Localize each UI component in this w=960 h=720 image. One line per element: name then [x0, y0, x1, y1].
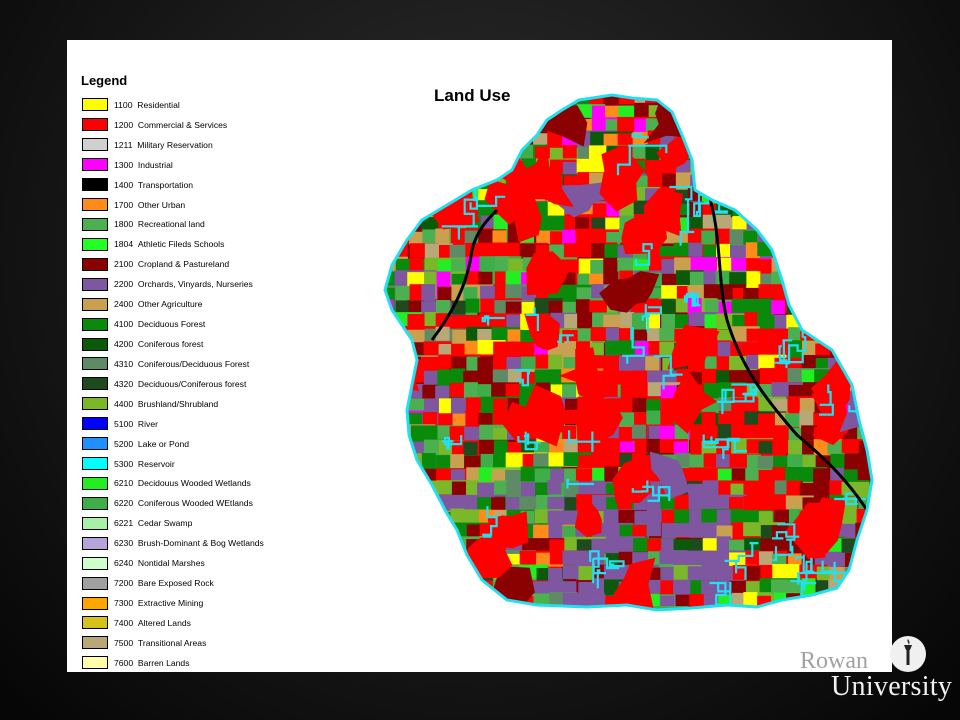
land-use-map	[383, 93, 874, 612]
logo-university-text: University	[831, 671, 953, 702]
map-title: Land Use	[434, 86, 511, 105]
torch-seal-icon	[890, 636, 926, 672]
university-logo: Rowan University	[790, 632, 955, 712]
map-panel: Legend 1100 Residential 1200 Commercial &…	[67, 40, 892, 672]
slide: Legend 1100 Residential 1200 Commercial &…	[0, 0, 960, 720]
